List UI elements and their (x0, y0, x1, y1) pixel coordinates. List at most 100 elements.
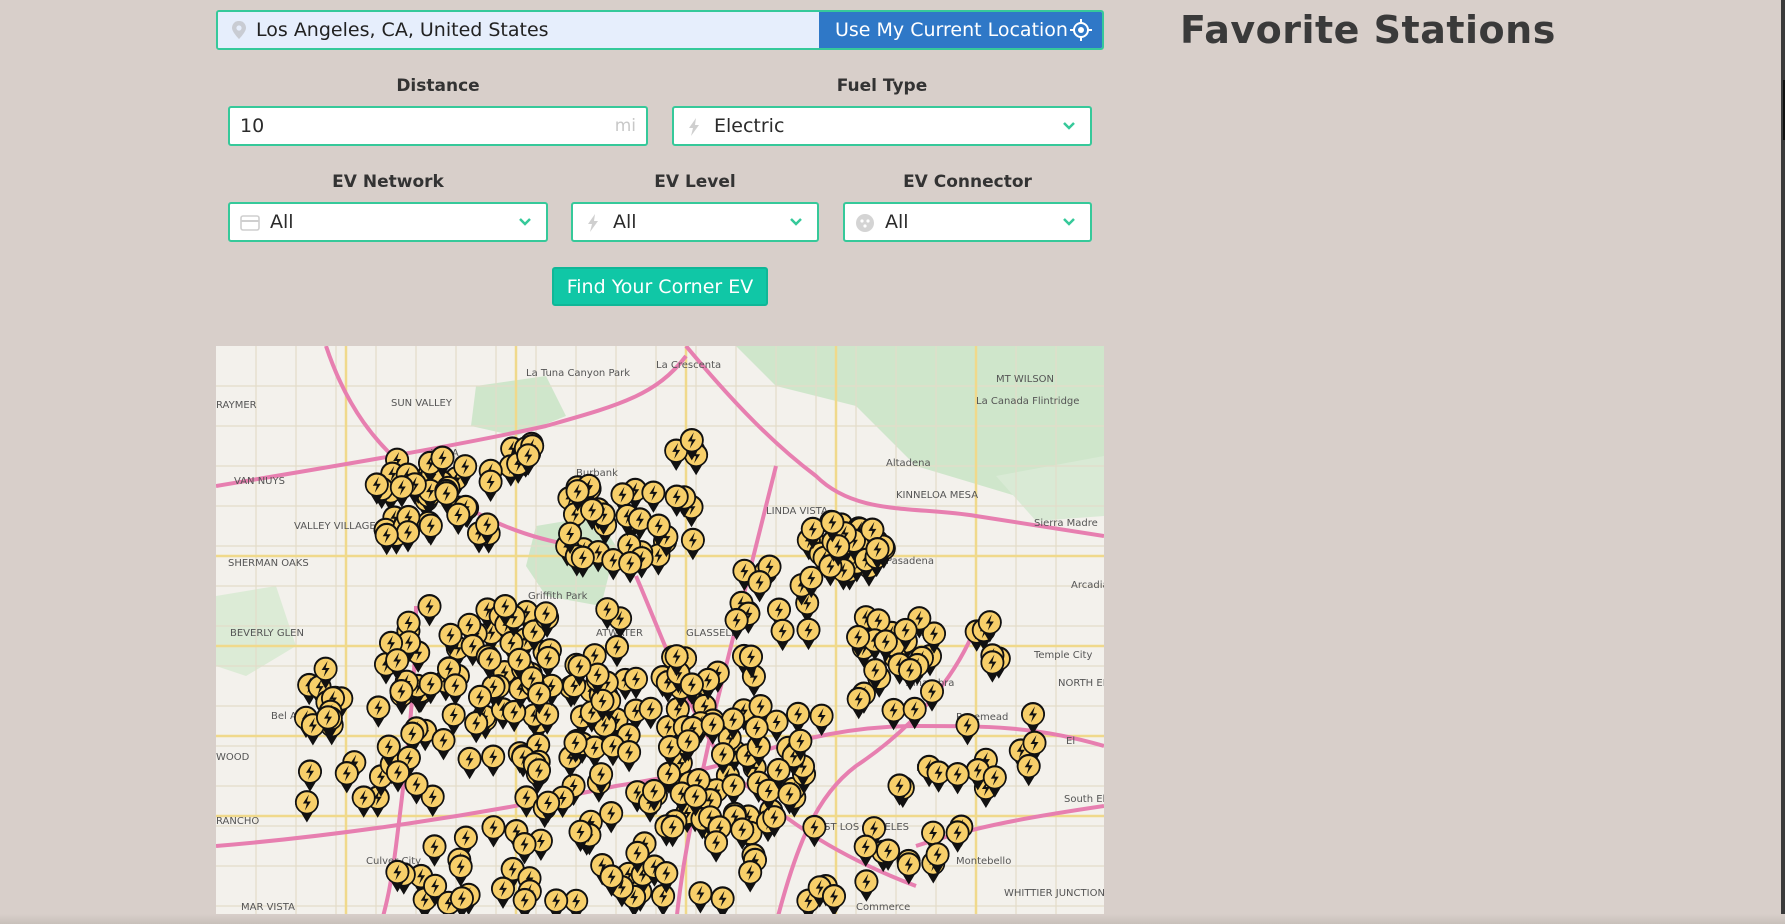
plug-connector-icon (856, 214, 874, 232)
map-place-label: WOOD (216, 752, 250, 763)
map-place-label: GLASSELL (686, 628, 737, 639)
chevron-down-icon (519, 218, 531, 226)
chevron-down-icon (1063, 218, 1075, 226)
ev-station-marker[interactable] (417, 594, 442, 627)
ev-station-marker[interactable] (688, 881, 713, 914)
map-place-label: El (1066, 736, 1075, 747)
ev-station-marker[interactable] (822, 884, 846, 917)
ev-station-marker[interactable] (422, 834, 447, 867)
distance-field[interactable]: 10 mi (228, 106, 648, 146)
use-current-location-label: Use My Current Location (835, 19, 1068, 41)
ev-station-marker[interactable] (481, 744, 506, 777)
distance-value: 10 (240, 115, 265, 137)
credit-card-icon (240, 215, 260, 231)
ev-station-marker[interactable] (651, 883, 676, 917)
map-place-label: MAR VISTA (241, 902, 295, 913)
ev-station-marker[interactable] (721, 773, 746, 806)
ev-station-marker[interactable] (887, 773, 912, 806)
find-your-corner-ev-button[interactable]: Find Your Corner EV (552, 267, 768, 306)
ev-station-marker[interactable] (481, 815, 506, 848)
map-place-label: KINNELOA MESA (896, 490, 978, 501)
chevron-down-icon (1063, 122, 1075, 130)
station-map[interactable]: La Crescenta La Tuna Canyon Park MT WILSON… (216, 346, 1104, 924)
map-place-label: Sierra Madre (1034, 518, 1098, 529)
ev-level-value: All (613, 211, 637, 233)
ev-station-marker[interactable] (605, 634, 629, 668)
ev-station-marker[interactable] (491, 876, 515, 909)
ev-station-marker[interactable] (431, 728, 456, 761)
ev-network-select[interactable]: All (228, 202, 548, 242)
ev-station-marker[interactable] (980, 650, 1005, 683)
fuel-type-value: Electric (714, 115, 785, 137)
ev-station-marker[interactable] (846, 686, 871, 720)
map-place-label: La Tuna Canyon Park (526, 368, 630, 379)
ev-station-marker[interactable] (704, 830, 729, 863)
map-place-label: RAYMER (216, 400, 257, 411)
ev-station-marker[interactable] (366, 695, 391, 728)
map-place-label: Griffith Park (528, 591, 588, 602)
map-place-label: VALLEY VILLAGE (294, 521, 376, 532)
use-current-location-button[interactable]: Use My Current Location (819, 12, 1102, 48)
distance-unit: mi (614, 116, 636, 136)
map-place-label: Altadena (886, 458, 931, 469)
ev-station-marker[interactable] (478, 469, 503, 502)
ev-connector-label: EV Connector (903, 172, 1032, 192)
map-place-label: South El (1064, 794, 1104, 805)
location-search-bar: Use My Current Location (216, 10, 1104, 50)
find-button-label: Find Your Corner EV (566, 275, 754, 298)
station-pins[interactable] (294, 428, 1047, 924)
map-place-label: BEVERLY GLEN (230, 628, 304, 639)
ev-level-label: EV Level (654, 172, 736, 192)
ev-station-marker[interactable] (418, 513, 443, 546)
ev-station-marker[interactable] (945, 820, 970, 853)
ev-connector-value: All (885, 211, 909, 233)
map-place-label: Commerce (856, 902, 910, 913)
ev-station-marker[interactable] (351, 785, 376, 818)
map-place-label: La Crescenta (656, 360, 721, 371)
ev-station-marker[interactable] (1016, 753, 1041, 787)
map-pin-icon (232, 21, 246, 39)
map-place-label: Arcadia (1071, 580, 1104, 591)
ev-level-select[interactable]: All (571, 202, 819, 242)
ev-station-marker[interactable] (334, 761, 359, 794)
ev-station-marker[interactable] (854, 869, 879, 902)
map-place-label: NORTH EL (1058, 678, 1104, 689)
lightning-icon (689, 118, 699, 136)
ev-station-marker[interactable] (738, 860, 763, 893)
ev-station-marker[interactable] (448, 854, 473, 887)
ev-station-marker[interactable] (298, 759, 322, 792)
la-tuna-park-area (471, 376, 566, 436)
map-place-label: MT WILSON (996, 374, 1054, 385)
ev-network-value: All (270, 211, 294, 233)
lightning-icon (588, 214, 598, 232)
ev-station-marker[interactable] (457, 746, 482, 780)
map-place-label: SHERMAN OAKS (228, 558, 309, 569)
map-place-label: SUN VALLEY (391, 398, 453, 409)
map-place-label: LINDA VISTA (766, 506, 828, 517)
ev-station-marker[interactable] (945, 762, 970, 795)
ev-network-label: EV Network (332, 172, 444, 192)
map-canvas[interactable]: La Crescenta La Tuna Canyon Park MT WILSON… (216, 346, 1104, 924)
map-place-label: Montebello (956, 856, 1011, 867)
crosshair-icon[interactable] (1070, 19, 1092, 41)
favorite-stations-title: Favorite Stations (1180, 8, 1556, 52)
map-place-label: RANCHO (216, 816, 259, 827)
ev-station-marker[interactable] (294, 790, 319, 823)
map-place-label: Pasadena (886, 556, 934, 567)
ev-station-marker[interactable] (464, 710, 489, 744)
fuel-type-label: Fuel Type (836, 76, 928, 96)
map-place-label: La Canada Flintridge (976, 396, 1079, 407)
location-input[interactable] (218, 12, 819, 48)
ev-station-marker[interactable] (599, 801, 624, 834)
fuel-type-select[interactable]: Electric (672, 106, 1092, 146)
ev-station-marker[interactable] (641, 480, 666, 513)
ev-station-marker[interactable] (443, 673, 468, 706)
ev-connector-select[interactable]: All (843, 202, 1092, 242)
ev-station-marker[interactable] (809, 703, 834, 736)
map-place-label: Temple City (1033, 650, 1092, 661)
map-place-label: VAN NUYS (234, 476, 285, 487)
chevron-down-icon (790, 218, 802, 226)
bottom-edge (0, 914, 1785, 924)
distance-label: Distance (396, 76, 480, 96)
ev-station-marker[interactable] (617, 740, 642, 773)
